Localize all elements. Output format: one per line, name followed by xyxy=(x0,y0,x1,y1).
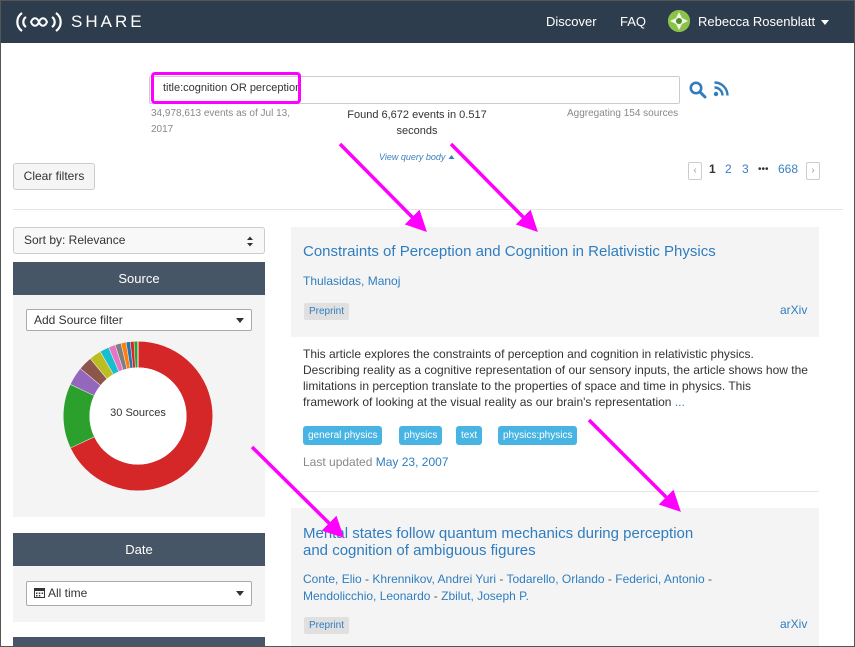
divider xyxy=(13,209,843,210)
type-badge[interactable]: Preprint xyxy=(304,303,350,320)
source-filter-select[interactable]: Add Source filter xyxy=(26,309,252,331)
result-title[interactable]: Mental states follow quantum mechanics d… xyxy=(303,525,693,559)
result-authors: Conte, Elio - Khrennikov, Andrei Yuri - … xyxy=(303,571,712,605)
found-line-2: seconds xyxy=(396,125,438,137)
caret-down-icon xyxy=(236,591,244,596)
tag-physics-physics[interactable]: physics:physics xyxy=(498,426,578,445)
rss-icon[interactable] xyxy=(713,81,729,97)
author-separator: - xyxy=(707,572,712,586)
result-title-line-2: and cognition of ambiguous figures xyxy=(303,542,536,559)
result-description: This article explores the constraints of… xyxy=(303,346,808,410)
date-panel-body: All time xyxy=(13,566,265,622)
author-name[interactable]: Mendolicchio, Leonardo xyxy=(303,589,430,603)
source-panel-body: Add Source filter 30 Sources xyxy=(13,295,265,517)
annotation-arrow xyxy=(587,418,681,512)
author-name[interactable]: Zbilut, Joseph P. xyxy=(441,589,529,603)
result-author[interactable]: Thulasidas, Manoj xyxy=(303,273,400,290)
navbar: SHARE Discover FAQ Rebecca Rosenblatt xyxy=(1,1,854,43)
tag-physics[interactable]: physics xyxy=(399,426,443,445)
found-line-1: Found 6,672 events in 0.517 xyxy=(347,109,487,121)
updated-label: Last updated xyxy=(303,455,373,469)
donut-slice[interactable] xyxy=(80,358,108,386)
share-logo[interactable]: SHARE xyxy=(15,9,145,35)
brand-name: SHARE xyxy=(71,12,145,31)
author-separator: - xyxy=(365,572,370,586)
aggregating-sources: Aggregating 154 sources xyxy=(567,108,679,119)
events-count: 34,978,613 events as of Jul 13, xyxy=(151,108,290,119)
avatar xyxy=(668,10,690,32)
updated-date[interactable]: May 23, 2007 xyxy=(376,455,449,469)
authors-line-2: Mendolicchio, Leonardo - Zbilut, Joseph … xyxy=(303,588,712,605)
type-badge[interactable]: Preprint xyxy=(304,617,350,634)
description-ellipsis[interactable]: ... xyxy=(675,395,685,409)
donut-slice[interactable] xyxy=(115,343,128,370)
annotation-arrow xyxy=(449,142,538,232)
result-card-header: Constraints of Perception and Cognition … xyxy=(291,227,819,337)
page-1[interactable]: 1 xyxy=(709,162,716,176)
pagination-next[interactable]: › xyxy=(806,162,820,180)
date-label: All time xyxy=(48,586,88,600)
donut-center-label: 30 Sources xyxy=(110,407,166,419)
user-name: Rebecca Rosenblatt xyxy=(698,13,816,29)
author-separator: - xyxy=(433,589,438,603)
result-title[interactable]: Constraints of Perception and Cognition … xyxy=(303,243,716,260)
search-input[interactable] xyxy=(151,72,301,104)
date-select[interactable]: All time xyxy=(26,581,252,606)
last-updated: Last updated May 23, 2007 xyxy=(303,455,448,469)
date-panel-header[interactable]: Date xyxy=(13,533,265,566)
pagination-prev[interactable]: ‹ xyxy=(688,162,702,180)
author-name[interactable]: Conte, Elio xyxy=(303,572,362,586)
source-panel-header[interactable]: Source xyxy=(13,262,265,295)
donut-slice[interactable] xyxy=(100,347,120,375)
next-panel-header[interactable] xyxy=(13,637,265,646)
search-icon[interactable] xyxy=(689,81,707,99)
share-logo-icon xyxy=(16,12,62,32)
result-title-line-1: Mental states follow quantum mechanics d… xyxy=(303,525,694,542)
authors-line-1: Conte, Elio - Khrennikov, Andrei Yuri - … xyxy=(303,571,712,588)
donut-slice[interactable] xyxy=(108,345,124,372)
donut-slice[interactable] xyxy=(90,351,114,379)
app-frame: SHARE Discover FAQ Rebecca Rosenblatt 34… xyxy=(0,0,855,647)
source-filter-label: Add Source filter xyxy=(34,313,123,327)
page-ellipsis: ••• xyxy=(758,164,769,175)
tag-text[interactable]: text xyxy=(456,426,483,445)
events-year: 2017 xyxy=(151,124,174,135)
sort-arrows-icon xyxy=(247,236,253,247)
tag-general-physics[interactable]: general physics xyxy=(303,426,383,445)
chevron-down-icon xyxy=(821,19,830,25)
donut-slice[interactable] xyxy=(121,342,131,369)
nav-faq[interactable]: FAQ xyxy=(620,14,646,29)
calendar-icon xyxy=(34,588,45,598)
nav-discover[interactable]: Discover xyxy=(546,14,597,29)
result-card-header: Mental states follow quantum mechanics d… xyxy=(291,508,819,646)
clear-filters-button[interactable]: Clear filters xyxy=(13,163,95,190)
source-link[interactable]: arXiv xyxy=(780,617,807,631)
description-text: This article explores the constraints of… xyxy=(303,347,808,409)
user-menu[interactable]: Rebecca Rosenblatt xyxy=(668,10,830,32)
view-query-link[interactable]: View query body xyxy=(379,152,455,162)
donut-slice[interactable] xyxy=(70,368,101,396)
page-2[interactable]: 2 xyxy=(725,162,732,176)
author-separator: - xyxy=(499,572,504,586)
author-name[interactable]: Federici, Antonio xyxy=(615,572,704,586)
view-query-label: View query body xyxy=(379,152,446,162)
sort-label: Sort by: Relevance xyxy=(24,233,126,247)
page-last[interactable]: 668 xyxy=(778,162,798,176)
result-divider xyxy=(291,491,819,492)
caret-up-icon xyxy=(448,155,455,159)
author-name[interactable]: Todarello, Orlando xyxy=(507,572,605,586)
page-3[interactable]: 3 xyxy=(742,162,749,176)
avatar-pattern-icon xyxy=(668,10,690,32)
author-separator: - xyxy=(607,572,612,586)
author-name[interactable]: Khrennikov, Andrei Yuri xyxy=(372,572,496,586)
sort-select[interactable]: Sort by: Relevance xyxy=(13,227,265,254)
caret-down-icon xyxy=(236,318,244,323)
found-events: Found 6,672 events in 0.517 seconds xyxy=(345,107,489,139)
source-link[interactable]: arXiv xyxy=(780,303,807,317)
